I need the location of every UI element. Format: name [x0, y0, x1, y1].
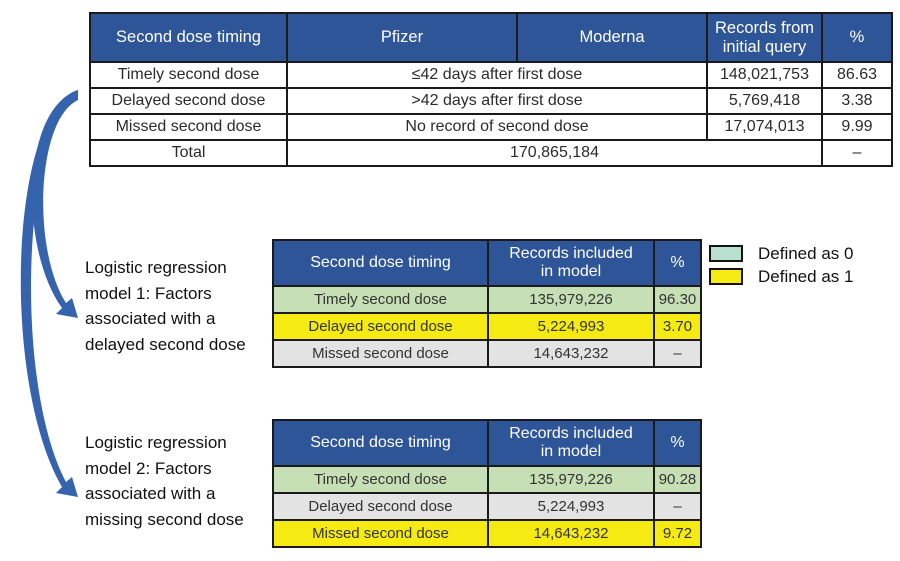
- model2-label-line: model 2: Factors: [85, 458, 212, 478]
- legend-swatch-green: [709, 245, 743, 262]
- percent-cell: –: [653, 492, 702, 521]
- timing-cell: Delayed second dose: [272, 492, 489, 521]
- table-row: Missed second dose No record of second d…: [89, 113, 893, 141]
- header-moderna: Moderna: [516, 12, 708, 63]
- model1-label-line: delayed second dose: [85, 334, 246, 354]
- header-records-line1: Records included: [509, 425, 633, 442]
- header-percent: %: [653, 239, 702, 287]
- header-records-line2: in model: [540, 263, 602, 280]
- legend-label: Defined as 0: [758, 243, 854, 263]
- records-cell: 5,224,993: [487, 492, 655, 521]
- table-header-row: Second dose timing Pfizer Moderna Record…: [89, 12, 893, 63]
- table-row: Timely second dose ≤42 days after first …: [89, 61, 893, 89]
- records-cell: 135,979,226: [487, 465, 655, 494]
- records-cell: 17,074,013: [706, 113, 823, 141]
- header-percent: %: [653, 419, 702, 467]
- total-row: Total 170,865,184 –: [89, 139, 893, 167]
- percent-cell: 9.99: [821, 113, 893, 141]
- table-row: Timely second dose 135,979,226 96.30: [272, 285, 702, 314]
- percent-cell: 90.28: [653, 465, 702, 494]
- header-timing: Second dose timing: [272, 419, 489, 467]
- legend-item-defined-1: Defined as 1: [709, 265, 853, 288]
- definition-cell: ≤42 days after first dose: [286, 61, 708, 89]
- legend-swatch-yellow: [709, 268, 743, 285]
- records-cell: 135,979,226: [487, 285, 655, 314]
- legend-label: Defined as 1: [758, 266, 854, 286]
- total-label: Total: [89, 139, 288, 167]
- model1-table: Second dose timing Records included in mo…: [272, 239, 702, 368]
- timing-cell: Timely second dose: [272, 285, 489, 314]
- total-records: 170,865,184: [286, 139, 823, 167]
- definition-cell: >42 days after first dose: [286, 87, 708, 115]
- timing-cell: Missed second dose: [272, 519, 489, 548]
- model2-label: Logistic regression model 2: Factors ass…: [85, 430, 244, 532]
- model1-label-line: model 1: Factors: [85, 283, 212, 303]
- table-row: Delayed second dose 5,224,993 3.70: [272, 312, 702, 341]
- header-records: Records included in model: [487, 419, 655, 467]
- records-cell: 148,021,753: [706, 61, 823, 89]
- percent-cell: 3.38: [821, 87, 893, 115]
- header-records-line1: Records included: [509, 245, 633, 262]
- header-timing: Second dose timing: [272, 239, 489, 287]
- table-row: Timely second dose 135,979,226 90.28: [272, 465, 702, 494]
- percent-cell: 9.72: [653, 519, 702, 548]
- total-percent: –: [821, 139, 893, 167]
- arrow-to-model2: [20, 90, 78, 497]
- header-records: Records from initial query: [706, 12, 823, 63]
- timing-cell: Missed second dose: [89, 113, 288, 141]
- table-row: Delayed second dose >42 days after first…: [89, 87, 893, 115]
- model1-label-line: associated with a: [85, 309, 216, 328]
- header-records: Records included in model: [487, 239, 655, 287]
- timing-cell: Delayed second dose: [89, 87, 288, 115]
- legend: Defined as 0 Defined as 1: [709, 242, 853, 288]
- records-cell: 14,643,232: [487, 519, 655, 548]
- percent-cell: 3.70: [653, 312, 702, 341]
- timing-cell: Timely second dose: [272, 465, 489, 494]
- header-timing: Second dose timing: [89, 12, 288, 63]
- header-records-line2: initial query: [722, 37, 807, 56]
- header-records-line1: Records from: [714, 18, 815, 37]
- model2-table: Second dose timing Records included in mo…: [272, 419, 702, 548]
- percent-cell: 86.63: [821, 61, 893, 89]
- records-cell: 5,769,418: [706, 87, 823, 115]
- percent-cell: –: [653, 339, 702, 368]
- timing-cell: Timely second dose: [89, 61, 288, 89]
- second-dose-definition-table: Second dose timing Pfizer Moderna Record…: [89, 12, 893, 167]
- timing-cell: Missed second dose: [272, 339, 489, 368]
- header-pfizer: Pfizer: [286, 12, 518, 63]
- model1-label-line: Logistic regression: [85, 258, 227, 277]
- timing-cell: Delayed second dose: [272, 312, 489, 341]
- table-header-row: Second dose timing Records included in mo…: [272, 419, 702, 467]
- percent-cell: 96.30: [653, 285, 702, 314]
- table-row: Missed second dose 14,643,232 –: [272, 339, 702, 368]
- definition-cell: No record of second dose: [286, 113, 708, 141]
- table-header-row: Second dose timing Records included in mo…: [272, 239, 702, 287]
- records-cell: 14,643,232: [487, 339, 655, 368]
- model2-label-line: Logistic regression: [85, 433, 227, 452]
- header-percent: %: [821, 12, 893, 63]
- records-cell: 5,224,993: [487, 312, 655, 341]
- model1-label: Logistic regression model 1: Factors ass…: [85, 255, 246, 357]
- model2-label-line: missing second dose: [85, 509, 244, 529]
- model2-label-line: associated with a: [85, 484, 216, 503]
- header-records-line2: in model: [540, 443, 602, 460]
- table-row: Delayed second dose 5,224,993 –: [272, 492, 702, 521]
- table-row: Missed second dose 14,643,232 9.72: [272, 519, 702, 548]
- legend-item-defined-0: Defined as 0: [709, 242, 853, 265]
